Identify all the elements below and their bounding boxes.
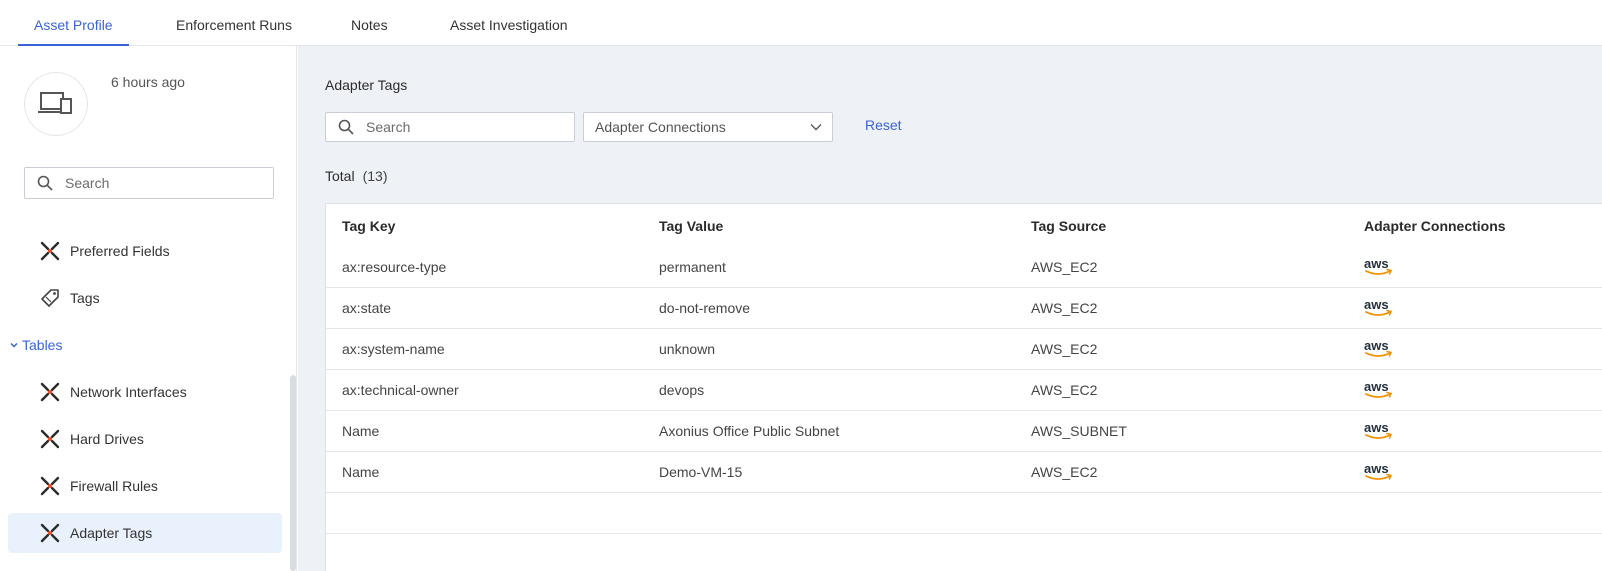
- search-icon: [37, 175, 53, 191]
- table-row[interactable]: ax:state do-not-remove AWS_EC2 aws: [326, 287, 1602, 329]
- cell-tag-value: Demo-VM-15: [659, 464, 743, 480]
- cell-tag-value: devops: [659, 382, 705, 398]
- aws-logo-icon: aws: [1364, 420, 1393, 439]
- total-count: Total (13): [325, 168, 387, 184]
- cell-tag-source: AWS_EC2: [1031, 300, 1098, 316]
- last-seen-timestamp: 6 hours ago: [111, 74, 185, 90]
- tag-icon: [41, 289, 59, 307]
- column-header-tag-key[interactable]: Tag Key: [342, 204, 395, 246]
- svg-text:aws: aws: [1364, 338, 1389, 353]
- cell-tag-source: AWS_EC2: [1031, 341, 1098, 357]
- panel-title: Adapter Tags: [325, 77, 408, 93]
- axonius-x-icon: [40, 476, 60, 496]
- column-header-adapter-connections[interactable]: Adapter Connections: [1364, 204, 1506, 246]
- cell-tag-key: ax:technical-owner: [342, 382, 459, 398]
- adapter-tags-table: Tag Key Tag Value Tag Source Adapter Con…: [325, 203, 1602, 571]
- axonius-x-icon: [40, 241, 60, 261]
- cell-tag-source: AWS_SUBNET: [1031, 423, 1127, 439]
- cell-tag-source: AWS_EC2: [1031, 382, 1098, 398]
- sidebar-item-label: Hard Drives: [70, 431, 144, 447]
- table-row[interactable]: Name Axonius Office Public Subnet AWS_SU…: [326, 410, 1602, 452]
- sidebar-scrollbar[interactable]: [290, 375, 296, 571]
- sidebar-item-network-interfaces[interactable]: Network Interfaces: [8, 372, 282, 412]
- sidebar-item-firewall-rules[interactable]: Firewall Rules: [8, 466, 282, 506]
- cell-tag-key: ax:state: [342, 300, 392, 316]
- cell-tag-value: do-not-remove: [659, 300, 751, 316]
- aws-logo-icon: aws: [1364, 461, 1393, 480]
- sidebar-section-tables[interactable]: Tables: [10, 335, 62, 355]
- sidebar-search[interactable]: [24, 167, 274, 199]
- table-row[interactable]: Name Demo-VM-15 AWS_EC2 aws: [326, 451, 1602, 493]
- chevron-down-icon: [10, 342, 18, 348]
- svg-text:aws: aws: [1364, 420, 1389, 435]
- top-tab-bar: Asset Profile Enforcement Runs Notes Ass…: [0, 0, 1602, 46]
- tab-notes[interactable]: Notes: [351, 0, 388, 46]
- table-search[interactable]: [325, 112, 575, 142]
- table-search-input[interactable]: [366, 119, 546, 135]
- table-row[interactable]: ax:technical-owner devops AWS_EC2 aws: [326, 369, 1602, 411]
- column-header-tag-value[interactable]: Tag Value: [659, 204, 723, 246]
- sidebar-search-input[interactable]: [65, 175, 245, 191]
- tab-asset-profile[interactable]: Asset Profile: [18, 0, 129, 46]
- cell-tag-value: unknown: [659, 341, 716, 357]
- tab-asset-investigation[interactable]: Asset Investigation: [450, 0, 568, 46]
- table-row[interactable]: ax:system-name unknown AWS_EC2 aws: [326, 328, 1602, 370]
- sidebar-item-hard-drives[interactable]: Hard Drives: [8, 419, 282, 459]
- adapter-connections-dropdown[interactable]: Adapter Connections: [583, 112, 833, 142]
- tab-enforcement-runs[interactable]: Enforcement Runs: [176, 0, 292, 46]
- sidebar-item-label: Adapter Tags: [70, 525, 153, 541]
- devices-icon: [38, 92, 72, 114]
- sidebar-item-adapter-tags[interactable]: Adapter Tags: [8, 513, 282, 553]
- svg-text:aws: aws: [1364, 461, 1389, 476]
- sidebar-item-label: Preferred Fields: [70, 243, 170, 259]
- cell-tag-key: Name: [342, 464, 380, 480]
- cell-tag-key: ax:system-name: [342, 341, 445, 357]
- sidebar: 6 hours ago Preferred Fields Tags Tables: [0, 46, 297, 571]
- avatar: [24, 72, 88, 136]
- total-label: Total: [325, 168, 355, 184]
- reset-button[interactable]: Reset: [865, 117, 902, 133]
- cell-tag-source: AWS_EC2: [1031, 464, 1098, 480]
- table-row[interactable]: ax:resource-type permanent AWS_EC2 aws: [326, 246, 1602, 288]
- dropdown-label: Adapter Connections: [595, 119, 726, 135]
- svg-text:aws: aws: [1364, 297, 1389, 312]
- aws-logo-icon: aws: [1364, 256, 1393, 275]
- cell-tag-value: permanent: [659, 259, 726, 275]
- axonius-x-icon: [40, 382, 60, 402]
- chevron-down-icon: [810, 124, 822, 131]
- axonius-x-icon: [40, 523, 60, 543]
- cell-tag-key: Name: [342, 423, 380, 439]
- search-icon: [338, 119, 354, 135]
- sidebar-item-preferred-fields[interactable]: Preferred Fields: [8, 231, 282, 271]
- svg-text:aws: aws: [1364, 256, 1389, 271]
- axonius-x-icon: [40, 429, 60, 449]
- cell-tag-value: Axonius Office Public Subnet: [659, 423, 840, 439]
- table-row-empty: [326, 492, 1602, 534]
- aws-logo-icon: aws: [1364, 338, 1393, 357]
- sidebar-item-tags[interactable]: Tags: [8, 278, 282, 318]
- sidebar-item-label: Firewall Rules: [70, 478, 158, 494]
- column-header-tag-source[interactable]: Tag Source: [1031, 204, 1106, 246]
- cell-tag-key: ax:resource-type: [342, 259, 447, 275]
- sidebar-section-label: Tables: [22, 337, 63, 353]
- aws-logo-icon: aws: [1364, 379, 1393, 398]
- cell-tag-source: AWS_EC2: [1031, 259, 1098, 275]
- aws-logo-icon: aws: [1364, 297, 1393, 316]
- sidebar-item-label: Network Interfaces: [70, 384, 187, 400]
- total-value: (13): [362, 168, 388, 184]
- main-panel: Adapter Tags Adapter Connections Reset T…: [298, 46, 1602, 571]
- table-header: Tag Key Tag Value Tag Source Adapter Con…: [326, 204, 1602, 246]
- svg-text:aws: aws: [1364, 379, 1389, 394]
- sidebar-item-label: Tags: [70, 290, 100, 306]
